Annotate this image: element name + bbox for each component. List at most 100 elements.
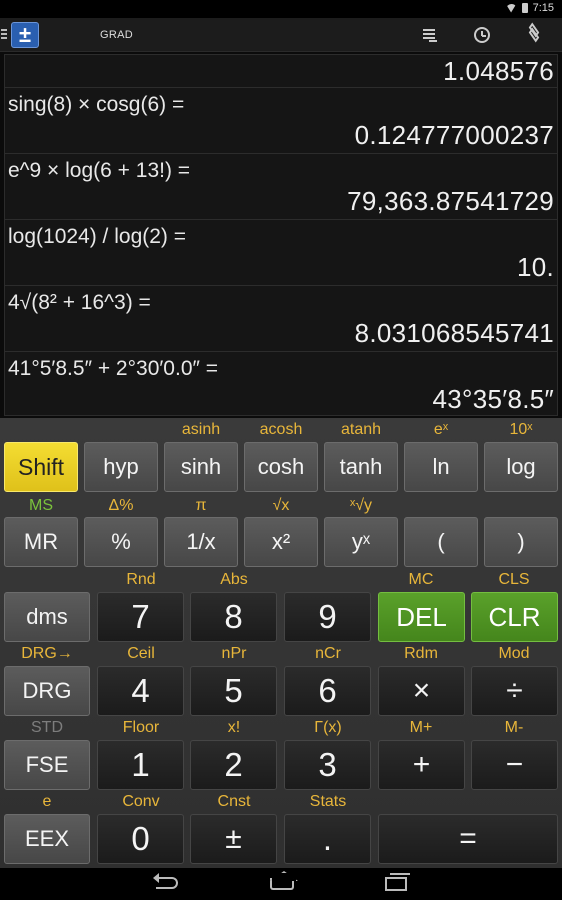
history-result: 10. [516,252,554,282]
secondary-label-mc: MC [408,571,434,588]
wifi-icon [505,3,517,13]
secondary-label-gamma: Γ(x) [314,719,342,736]
status-time: 7:15 [532,2,554,14]
history-entry[interactable]: 1.048576 [5,55,557,88]
digit-6-key[interactable]: 6 [284,666,371,716]
secondary-label-ten-power: 10ˣ [509,421,533,438]
delete-key[interactable]: DEL [378,592,465,642]
secondary-label-acosh: acosh [259,421,303,438]
history-expression: sing(8) × cosg(6) = [8,93,185,116]
secondary-label-ceil: Ceil [127,645,155,662]
action-bar: ± GRAD [0,18,562,52]
secondary-label-factorial: x! [227,719,241,736]
shift-key[interactable]: Shift [4,442,78,492]
angle-mode-indicator: GRAD [100,29,133,41]
history-entry[interactable]: e^9 × log(6 + 13!) = 79,363.87541729 [5,154,557,220]
cosh-key[interactable]: cosh [244,442,318,492]
digit-9-key[interactable]: 9 [284,592,371,642]
secondary-label-cls: CLS [498,571,530,588]
back-icon[interactable] [153,873,178,889]
secondary-label-npr: nPr [221,645,247,662]
secondary-label-xroot: ˣ√y [349,497,373,514]
digit-7-key[interactable]: 7 [97,592,184,642]
divide-key[interactable]: ÷ [471,666,558,716]
timer-icon[interactable] [474,27,490,43]
history-expression: log(1024) / log(2) = [8,225,187,248]
history-icon[interactable] [423,27,439,43]
secondary-label-drg-arrow: DRG→ [21,645,73,662]
keypad: asinh acosh atanh eˣ 10ˣ Shift hyp sinh … [0,418,562,868]
right-paren-key[interactable]: ) [484,517,558,567]
secondary-label-stats: Stats [309,793,347,810]
battery-icon [521,3,528,13]
layers-icon[interactable] [527,22,543,43]
equals-key[interactable]: = [378,814,558,864]
percent-key[interactable]: % [84,517,158,567]
ln-key[interactable]: ln [404,442,478,492]
secondary-label-mplus: M+ [409,719,433,736]
secondary-label-std: STD [31,719,63,736]
reciprocal-key[interactable]: 1/x [164,517,238,567]
secondary-label-conv: Conv [122,793,160,810]
secondary-label-atanh: atanh [340,421,382,438]
decimal-point-key[interactable]: . [284,814,371,864]
eex-key[interactable]: EEX [4,814,90,864]
multiply-key[interactable]: × [378,666,465,716]
secondary-label-asinh: asinh [181,421,221,438]
status-bar: 7:15 [0,0,562,18]
history-result: 1.048576 [443,56,554,86]
dms-key[interactable]: dms [4,592,90,642]
recent-apps-icon[interactable] [385,873,410,891]
history-expression: e^9 × log(6 + 13!) = [8,159,191,182]
history-entry[interactable]: sing(8) × cosg(6) = 0.124777000237 [5,88,557,154]
secondary-label-mod: Mod [498,645,530,662]
secondary-label-cnst: Cnst [217,793,251,810]
secondary-label-mminus: M- [504,719,524,736]
digit-0-key[interactable]: 0 [97,814,184,864]
digit-8-key[interactable]: 8 [190,592,277,642]
history-expression: 4√(8² + 16^3) = [8,291,151,314]
home-icon[interactable] [270,878,294,890]
digit-3-key[interactable]: 3 [284,740,371,790]
history-entry[interactable]: log(1024) / log(2) = 10. [5,220,557,286]
secondary-label-rdm: Rdm [404,645,438,662]
secondary-label-abs: Abs [220,571,248,588]
secondary-label-ncr: nCr [315,645,341,662]
history-result: 0.124777000237 [354,120,554,150]
power-key[interactable]: yˣ [324,517,398,567]
app-icon[interactable]: ± [11,22,39,48]
secondary-label-rnd: Rnd [126,571,156,588]
secondary-label-delta-percent: Δ% [108,497,134,514]
history-display[interactable]: 1.048576 sing(8) × cosg(6) = 0.124777000… [4,54,558,416]
digit-1-key[interactable]: 1 [97,740,184,790]
minus-key[interactable]: − [471,740,558,790]
secondary-label-pi: π [195,497,207,514]
secondary-label-floor: Floor [122,719,160,736]
log-key[interactable]: log [484,442,558,492]
drawer-indicator-icon[interactable] [1,29,7,39]
square-key[interactable]: x² [244,517,318,567]
navigation-bar [0,868,562,900]
sinh-key[interactable]: sinh [164,442,238,492]
digit-2-key[interactable]: 2 [190,740,277,790]
secondary-label-sqrt: √x [272,497,290,514]
sign-toggle-key[interactable]: ± [190,814,277,864]
history-entry[interactable]: 4√(8² + 16^3) = 8.031068545741 [5,286,557,352]
drg-key[interactable]: DRG [4,666,90,716]
digit-5-key[interactable]: 5 [190,666,277,716]
history-result: 43°35′8.5″ [432,384,554,414]
hyp-key[interactable]: hyp [84,442,158,492]
digit-4-key[interactable]: 4 [97,666,184,716]
secondary-label-ms: MS [29,497,53,514]
history-entry[interactable]: 41°5′8.5″ + 2°30′0.0″ = 43°35′8.5″ [5,352,557,416]
clear-key[interactable]: CLR [471,592,558,642]
secondary-label-e: e [42,793,52,810]
history-result: 79,363.87541729 [347,186,554,216]
mr-key[interactable]: MR [4,517,78,567]
tanh-key[interactable]: tanh [324,442,398,492]
history-result: 8.031068545741 [354,318,554,348]
fse-key[interactable]: FSE [4,740,90,790]
left-paren-key[interactable]: ( [404,517,478,567]
secondary-label-exp: eˣ [433,421,449,438]
plus-key[interactable]: + [378,740,465,790]
